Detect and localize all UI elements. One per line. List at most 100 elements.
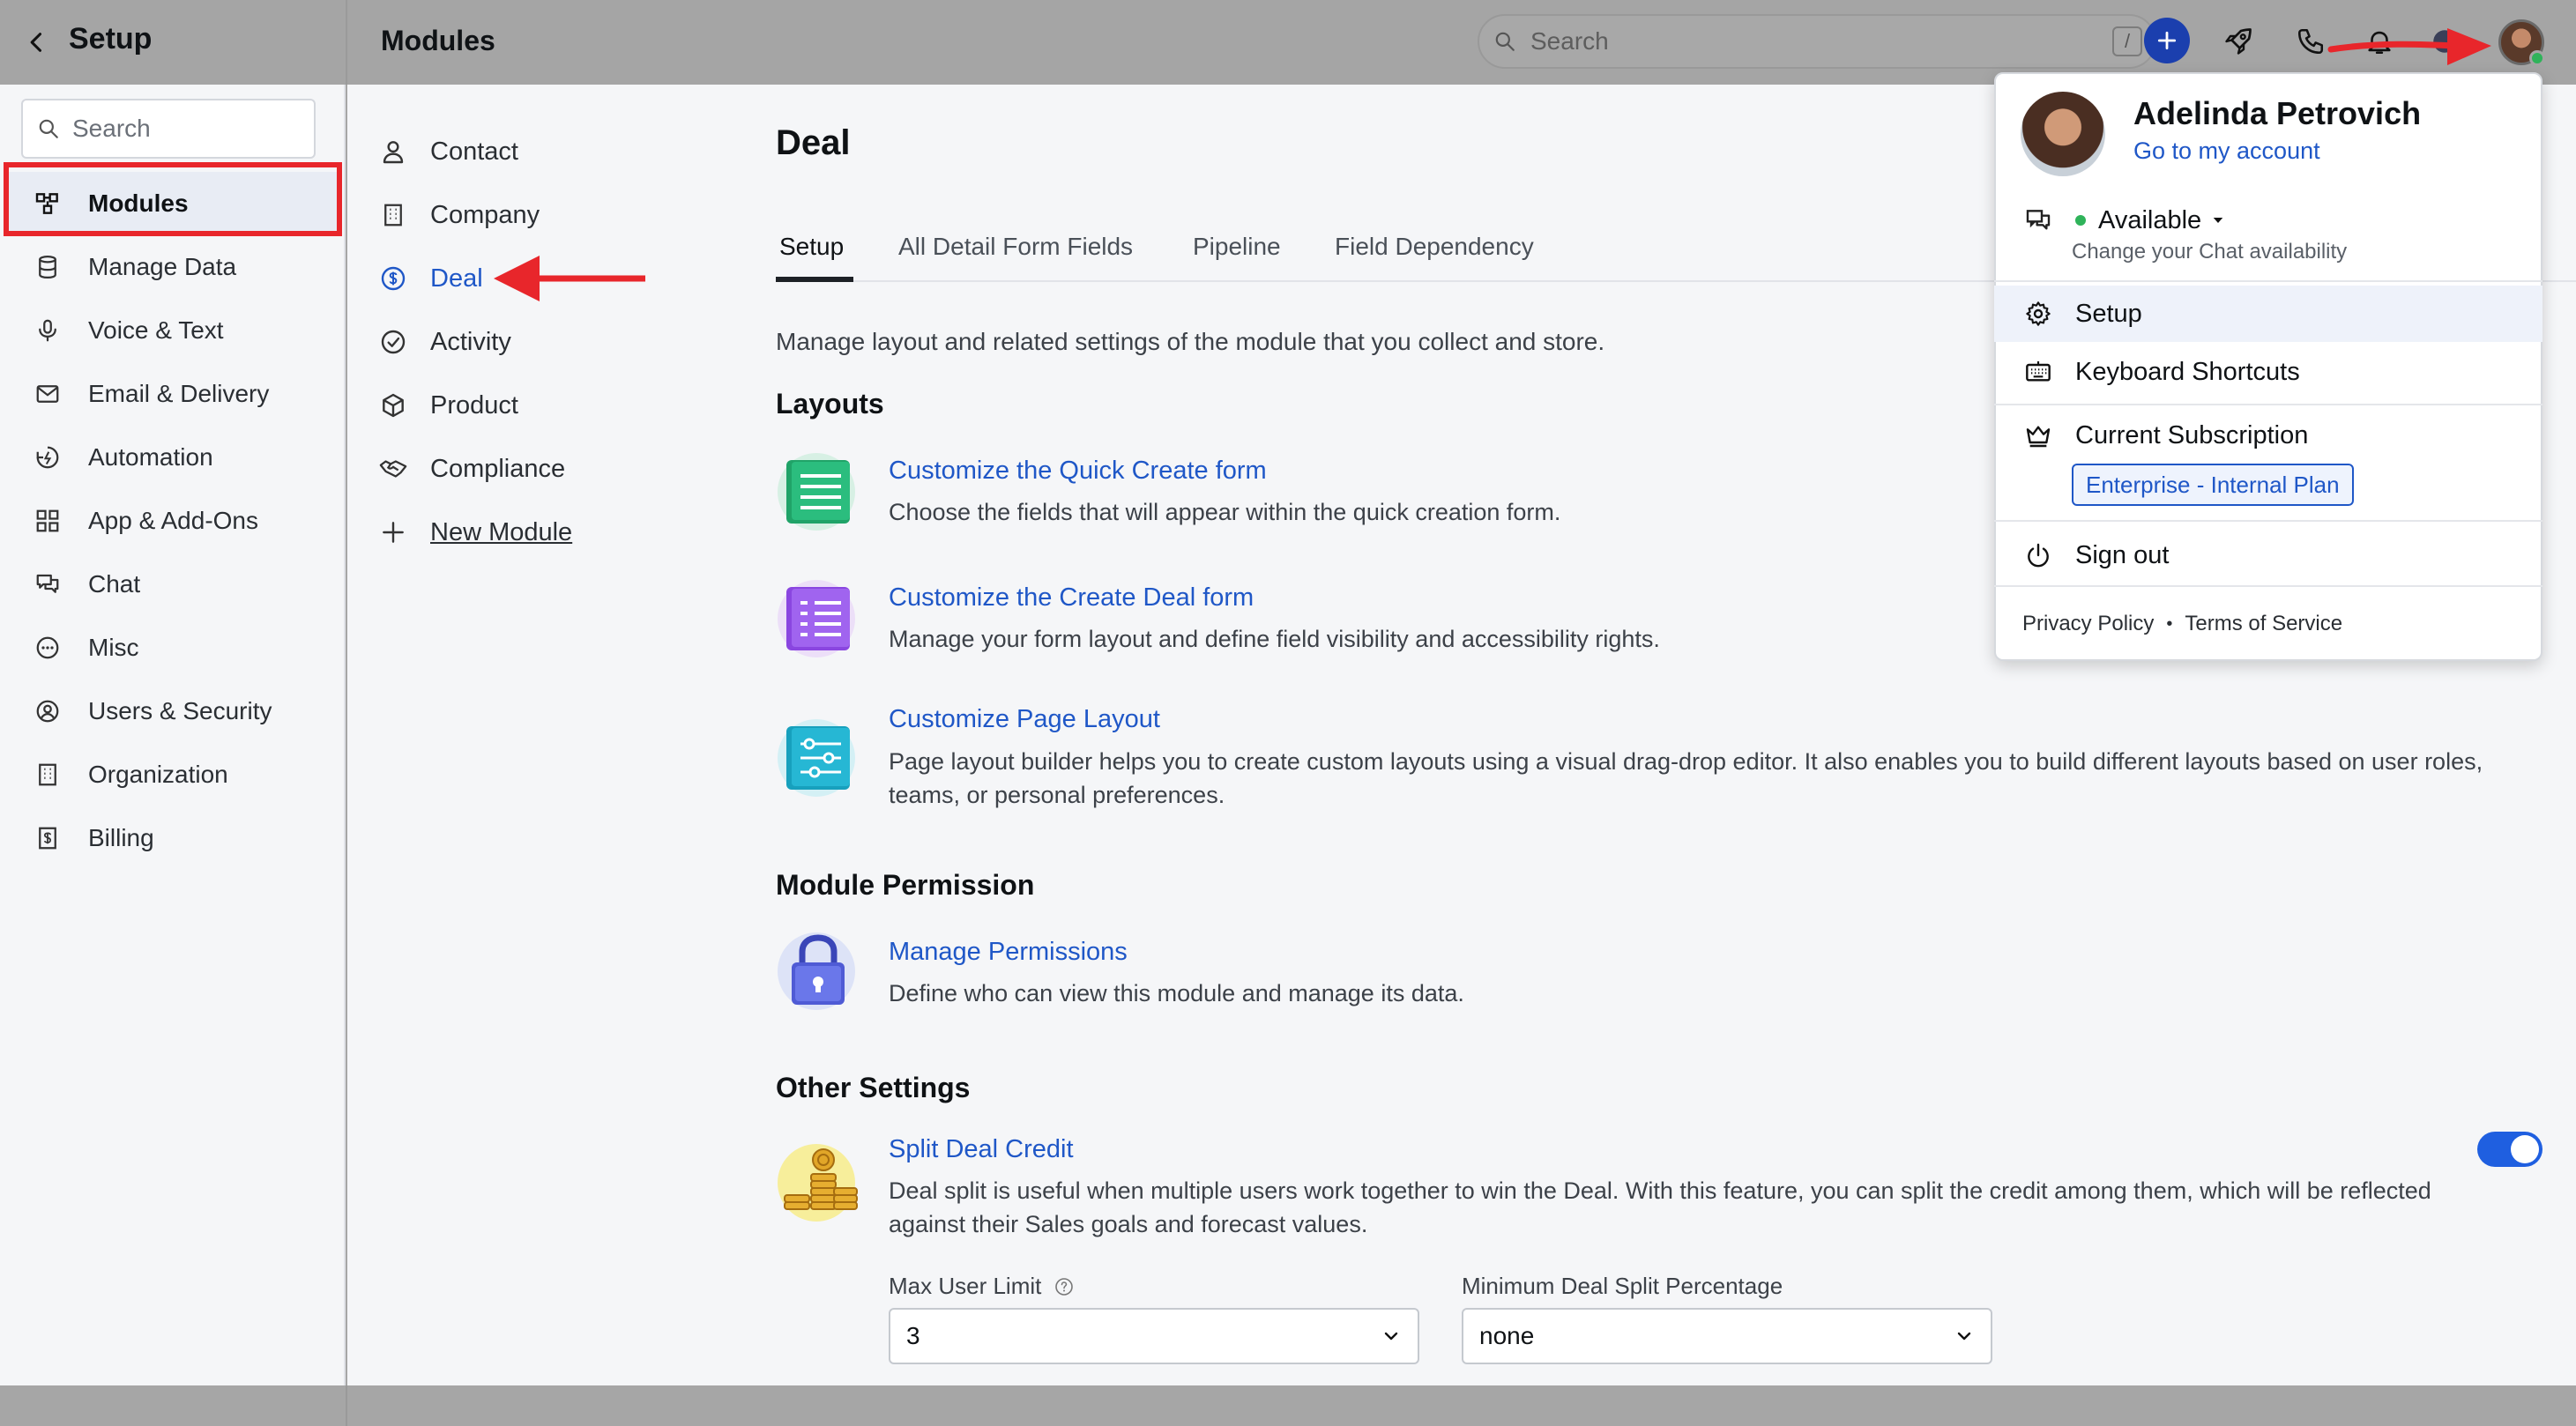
- setup-title: Setup: [69, 22, 153, 56]
- rocket-icon[interactable]: [2215, 18, 2262, 65]
- building-icon: [30, 757, 65, 792]
- sidebar-item-label: Users & Security: [88, 697, 272, 724]
- max-user-limit-select[interactable]: 3: [889, 1308, 1419, 1364]
- sidebar-item-label: App & Add-Ons: [88, 507, 259, 534]
- account-avatar: [2021, 92, 2105, 176]
- sidebar-item-manage-data[interactable]: Manage Data: [7, 235, 339, 299]
- module-item-product[interactable]: Product: [376, 379, 711, 432]
- menu-item-label: Current Subscription: [2075, 420, 2309, 449]
- automation-icon: [30, 440, 65, 475]
- min-split-label: Minimum Deal Split Percentage: [1462, 1273, 1783, 1299]
- sidebar-item-email-delivery[interactable]: Email & Delivery: [7, 362, 339, 426]
- sidebar-item-app-addons[interactable]: App & Add-Ons: [7, 489, 339, 553]
- max-user-limit-label: Max User Limit: [889, 1273, 1075, 1300]
- availability-label: Available: [2098, 205, 2202, 234]
- module-item-label: New Module: [430, 517, 573, 546]
- handshake-icon: [376, 451, 411, 486]
- sidebar-item-label: Misc: [88, 634, 139, 661]
- module-item-company[interactable]: Company: [376, 189, 711, 241]
- new-module-link[interactable]: New Module: [376, 506, 711, 559]
- availability-subtext: Change your Chat availability: [2072, 240, 2348, 264]
- create-deal-form-icon: [776, 576, 860, 661]
- search-icon: [37, 117, 60, 140]
- more-circle-icon: [30, 630, 65, 665]
- tab-pipeline[interactable]: Pipeline: [1193, 227, 1281, 284]
- module-permission-heading: Module Permission: [776, 869, 1035, 901]
- check-circle-icon: [376, 324, 411, 360]
- page-layout-icon: [776, 716, 860, 800]
- caret-down-icon: [2210, 212, 2226, 228]
- add-button[interactable]: [2144, 18, 2190, 63]
- menu-footer-links: Privacy Policy • Terms of Service: [2022, 612, 2342, 636]
- availability-selector[interactable]: Available: [1994, 201, 2542, 240]
- search-placeholder: Search: [1530, 27, 1609, 55]
- coins-icon: [776, 1140, 860, 1225]
- sidebar-item-users-security[interactable]: Users & Security: [7, 680, 339, 743]
- module-item-contact[interactable]: Contact: [376, 125, 711, 178]
- back-chevron-icon[interactable]: [16, 21, 58, 63]
- dollar-circle-icon: [376, 261, 411, 296]
- module-item-label: Company: [430, 200, 540, 229]
- terms-of-service-link[interactable]: Terms of Service: [2185, 612, 2342, 636]
- quick-create-form-icon: [776, 449, 860, 534]
- tab-field-dependency[interactable]: Field Dependency: [1335, 227, 1534, 284]
- manage-permissions-link[interactable]: Manage Permissions: [889, 938, 1128, 967]
- chevron-down-icon: [1381, 1326, 1402, 1347]
- menu-item-keyboard-shortcuts[interactable]: Keyboard Shortcuts: [1994, 344, 2542, 400]
- customize-quick-create-link[interactable]: Customize the Quick Create form: [889, 457, 1267, 486]
- chat-availability-icon: [2021, 203, 2056, 238]
- module-item-label: Product: [430, 390, 518, 420]
- sidebar-item-automation[interactable]: Automation: [7, 426, 339, 489]
- person-icon: [376, 134, 411, 169]
- power-icon: [2021, 538, 2056, 573]
- module-item-activity[interactable]: Activity: [376, 316, 711, 368]
- customize-page-layout-link[interactable]: Customize Page Layout: [889, 705, 1160, 734]
- plan-badge[interactable]: Enterprise - Internal Plan: [2072, 464, 2354, 506]
- menu-item-sign-out[interactable]: Sign out: [1994, 527, 2542, 583]
- sidebar-item-misc[interactable]: Misc: [7, 616, 339, 680]
- global-search-input[interactable]: Search /: [1478, 14, 2156, 69]
- cube-icon: [376, 388, 411, 423]
- min-split-value: none: [1479, 1322, 1535, 1349]
- customize-create-deal-link[interactable]: Customize the Create Deal form: [889, 583, 1254, 613]
- layouts-heading: Layouts: [776, 388, 884, 420]
- bullet-separator: •: [2166, 613, 2173, 634]
- apps-grid-icon: [30, 503, 65, 538]
- menu-divider: [1994, 585, 2542, 587]
- search-icon: [1493, 30, 1516, 53]
- online-status-dot: [2529, 50, 2545, 66]
- database-icon: [30, 249, 65, 285]
- bottom-overlay-strip: [0, 1385, 2576, 1426]
- sidebar-item-chat[interactable]: Chat: [7, 553, 339, 616]
- menu-divider: [1994, 520, 2542, 522]
- sidebar-item-label: Billing: [88, 824, 154, 851]
- split-deal-credit-title: Split Deal Credit: [889, 1135, 1074, 1163]
- user-avatar[interactable]: [2498, 19, 2545, 66]
- menu-item-setup[interactable]: Setup: [1994, 286, 2542, 342]
- menu-item-label: Sign out: [2075, 540, 2170, 569]
- tab-setup[interactable]: Setup: [779, 227, 844, 284]
- sidebar-item-organization[interactable]: Organization: [7, 743, 339, 806]
- module-item-label: Compliance: [430, 454, 566, 483]
- annotation-arrow-deal: [494, 256, 645, 301]
- crown-icon: [2021, 418, 2056, 453]
- annotation-highlight-modules: [4, 162, 342, 236]
- sidebar-search-input[interactable]: Search: [21, 99, 316, 159]
- plus-icon: [376, 515, 411, 550]
- menu-item-current-subscription: Current Subscription: [1994, 407, 2542, 464]
- tab-all-detail-form-fields[interactable]: All Detail Form Fields: [898, 227, 1133, 284]
- module-item-compliance[interactable]: Compliance: [376, 442, 711, 495]
- split-deal-credit-toggle[interactable]: [2477, 1132, 2542, 1167]
- sidebar-item-voice-text[interactable]: Voice & Text: [7, 299, 339, 362]
- gear-icon: [2021, 296, 2056, 331]
- user-circle-icon: [30, 694, 65, 729]
- min-split-select[interactable]: none: [1462, 1308, 1992, 1364]
- sidebar-item-label: Automation: [88, 443, 213, 471]
- manage-permissions-desc: Define who can view this module and mana…: [889, 980, 1464, 1006]
- go-to-account-link[interactable]: Go to my account: [2133, 137, 2320, 165]
- module-item-label: Activity: [430, 327, 511, 356]
- privacy-policy-link[interactable]: Privacy Policy: [2022, 612, 2154, 636]
- sidebar-item-billing[interactable]: Billing: [7, 806, 339, 870]
- help-icon[interactable]: [1053, 1276, 1075, 1297]
- menu-item-label: Keyboard Shortcuts: [2075, 357, 2300, 386]
